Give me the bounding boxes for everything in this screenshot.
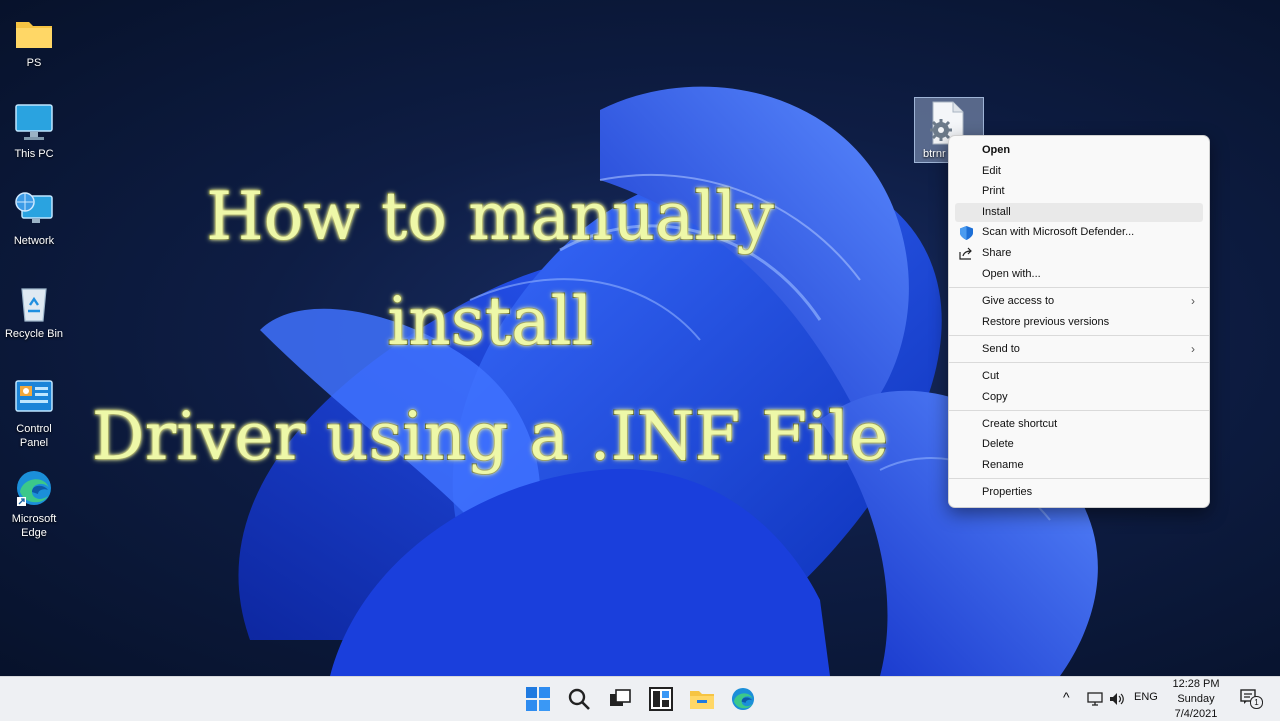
share-icon bbox=[959, 247, 972, 260]
menu-item-properties[interactable]: Properties bbox=[955, 483, 1203, 502]
network-status-icon[interactable] bbox=[1087, 692, 1103, 706]
widgets-button[interactable] bbox=[646, 685, 676, 713]
language-indicator[interactable]: ENG bbox=[1134, 691, 1158, 703]
task-view-icon bbox=[610, 689, 631, 706]
volume-icon[interactable] bbox=[1109, 692, 1125, 706]
menu-separator bbox=[949, 478, 1209, 479]
menu-item-print[interactable]: Print bbox=[955, 182, 1203, 201]
search-button[interactable] bbox=[564, 685, 594, 713]
menu-item-open[interactable]: Open bbox=[955, 141, 1203, 160]
clock-time: 12:28 PM bbox=[1172, 678, 1220, 690]
menu-item-restore-versions[interactable]: Restore previous versions bbox=[955, 313, 1203, 332]
menu-separator bbox=[949, 287, 1209, 288]
chevron-right-icon: › bbox=[1191, 342, 1195, 356]
menu-separator bbox=[949, 410, 1209, 411]
task-view-button[interactable] bbox=[605, 685, 635, 713]
selected-file-label: btrnr bbox=[923, 148, 946, 160]
file-explorer-button[interactable] bbox=[687, 685, 717, 713]
start-icon bbox=[526, 687, 550, 711]
defender-shield-icon bbox=[960, 226, 973, 240]
desktop-icon-label: This PC bbox=[14, 148, 54, 160]
menu-item-edit[interactable]: Edit bbox=[955, 162, 1203, 181]
menu-item-send-to[interactable]: Send to › bbox=[955, 340, 1203, 359]
edge-taskbar-button[interactable] bbox=[728, 685, 758, 713]
context-menu: Open Edit Print Install Scan with Micros… bbox=[948, 135, 1210, 508]
start-button[interactable] bbox=[523, 685, 553, 713]
menu-separator bbox=[949, 335, 1209, 336]
menu-item-copy[interactable]: Copy bbox=[955, 388, 1203, 407]
headline-line-3: Driver using a .INF File bbox=[91, 397, 890, 476]
search-icon bbox=[568, 688, 590, 710]
desktop-icon-ps[interactable]: PS bbox=[4, 12, 64, 70]
desktop-icon-microsoft-edge[interactable]: Microsoft Edge bbox=[4, 468, 64, 540]
desktop: PS This PC Network Recycle Bin Control P… bbox=[0, 0, 1280, 676]
menu-item-cut[interactable]: Cut bbox=[955, 367, 1203, 386]
taskbar: ^ ENG 12:28 PM Sunday 7/4/2021 1 bbox=[0, 676, 1280, 721]
menu-item-install[interactable]: Install bbox=[955, 203, 1203, 222]
menu-separator bbox=[949, 362, 1209, 363]
tray-overflow-chevron[interactable]: ^ bbox=[1063, 689, 1070, 705]
file-explorer-icon bbox=[690, 691, 714, 709]
menu-item-open-with[interactable]: Open with... bbox=[955, 265, 1203, 284]
menu-item-give-access[interactable]: Give access to › bbox=[955, 292, 1203, 311]
desktop-icon-label: PS bbox=[26, 57, 42, 69]
folder-icon bbox=[14, 12, 54, 52]
desktop-icon-label: Microsoft Edge bbox=[11, 513, 57, 539]
menu-item-scan-defender[interactable]: Scan with Microsoft Defender... bbox=[955, 223, 1203, 242]
menu-item-rename[interactable]: Rename bbox=[955, 456, 1203, 475]
notification-center-button[interactable]: 1 bbox=[1240, 689, 1263, 709]
headline-line-1: How to manually bbox=[205, 177, 775, 256]
clock[interactable]: 12:28 PM Sunday 7/4/2021 bbox=[1170, 677, 1222, 722]
chevron-right-icon: › bbox=[1191, 294, 1195, 308]
menu-item-delete[interactable]: Delete bbox=[955, 435, 1203, 454]
headline-line-2: install bbox=[386, 282, 594, 361]
menu-item-create-shortcut[interactable]: Create shortcut bbox=[955, 415, 1203, 434]
edge-icon bbox=[731, 687, 755, 711]
desktop-icon-this-pc[interactable]: This PC bbox=[4, 103, 64, 161]
monitor-icon bbox=[14, 103, 54, 143]
widgets-icon bbox=[649, 687, 673, 711]
notification-count-badge: 1 bbox=[1250, 696, 1263, 709]
clock-day: Sunday bbox=[1177, 693, 1215, 705]
menu-item-share[interactable]: Share bbox=[955, 244, 1203, 263]
